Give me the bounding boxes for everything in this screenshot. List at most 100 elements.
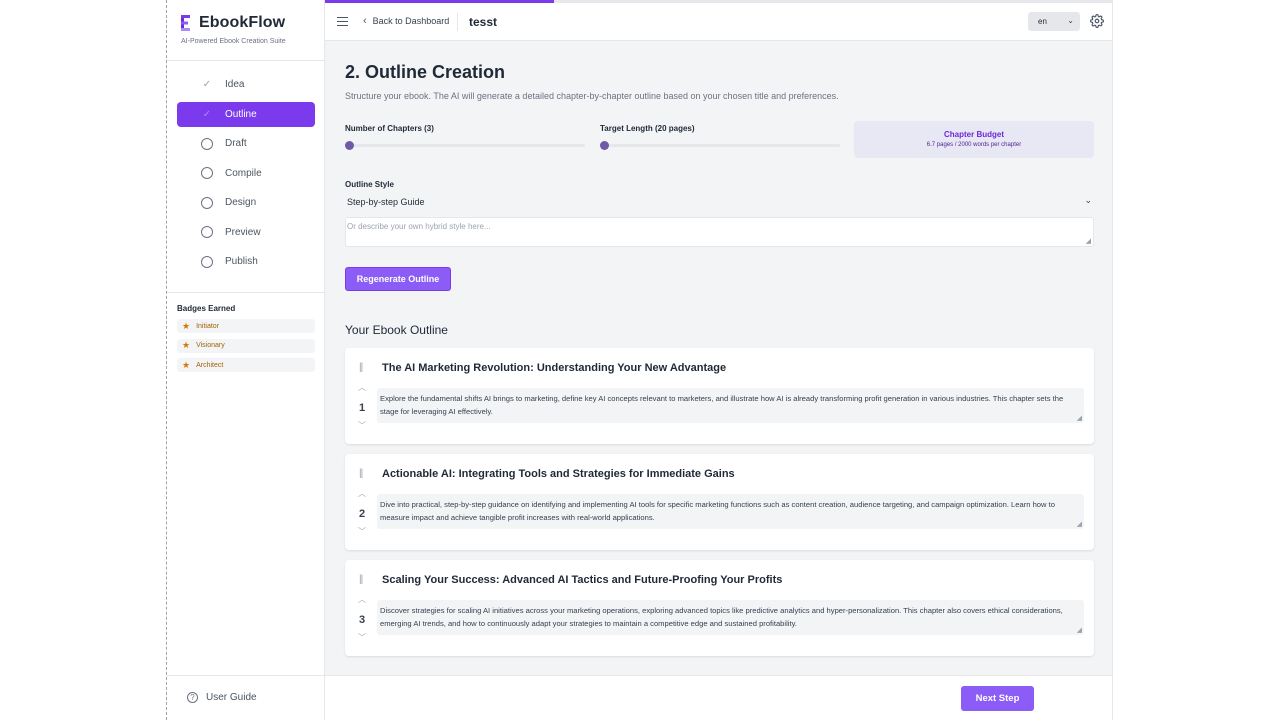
chevron-left-icon: ‹: [363, 15, 367, 27]
footer-bar: Next Step: [325, 675, 1112, 720]
sidebar-step-label: Publish: [225, 256, 258, 267]
chapter-number: 1: [359, 402, 366, 414]
sidebar-step-idea[interactable]: ✓ Idea: [177, 72, 315, 97]
sidebar-step-label: Outline: [225, 108, 257, 120]
chapter-card: || Actionable AI: Integrating Tools and S…: [345, 454, 1094, 550]
back-to-dashboard-link[interactable]: ‹ Back to Dashboard: [363, 15, 449, 27]
outline-style-label: Outline Style: [345, 180, 394, 189]
chevron-down-icon: ⌄: [1084, 195, 1092, 205]
circle-icon: [201, 255, 213, 268]
chapter-budget-card: Chapter Budget 6.7 pages / 2000 words pe…: [854, 121, 1094, 158]
user-guide-label: User Guide: [206, 692, 257, 703]
check-icon: ✓: [202, 79, 212, 90]
chapter-title[interactable]: The AI Marketing Revolution: Understandi…: [382, 362, 726, 374]
length-slider-thumb[interactable]: [600, 141, 609, 150]
sidebar-step-label: Idea: [225, 79, 245, 90]
ebookflow-logo-icon: [181, 15, 191, 31]
sidebar-divider: [167, 60, 325, 61]
star-icon: ★: [182, 359, 191, 370]
chapter-description-text: Dive into practical, step-by-step guidan…: [380, 500, 1055, 522]
chapter-card: || Scaling Your Success: Advanced AI Tact…: [345, 560, 1094, 656]
circle-icon: [201, 196, 213, 209]
app-frame: EbookFlow AI-Powered Ebook Creation Suit…: [166, 0, 1113, 720]
drag-handle-icon[interactable]: ||: [359, 574, 363, 585]
badge-label: Initiator: [196, 322, 220, 330]
gear-icon[interactable]: [1090, 14, 1104, 28]
topbar-divider: [457, 13, 458, 31]
page-title: 2. Outline Creation: [345, 62, 506, 82]
sidebar-step-outline[interactable]: ✓ Outline: [177, 101, 315, 127]
sidebar-step-label: Draft: [225, 138, 247, 149]
chapter-title[interactable]: Actionable AI: Integrating Tools and Str…: [382, 468, 735, 480]
help-circle-icon: ?: [187, 692, 198, 703]
chapter-description[interactable]: Discover strategies for scaling AI initi…: [377, 600, 1084, 635]
brand-subtitle: AI-Powered Ebook Creation Suite: [181, 38, 286, 45]
badge-item: ★ Initiator: [177, 319, 315, 333]
chapter-card: || The AI Marketing Revolution: Understan…: [345, 348, 1094, 444]
sidebar: EbookFlow AI-Powered Ebook Creation Suit…: [167, 0, 325, 720]
badge-label: Architect: [196, 361, 224, 369]
resize-handle-icon[interactable]: ◢: [1077, 415, 1082, 422]
budget-title: Chapter Budget: [944, 130, 1004, 139]
sidebar-step-draft[interactable]: Draft: [177, 131, 315, 156]
chevron-up-icon[interactable]: ︿: [358, 488, 366, 499]
step-nav: ✓ Idea ✓ Outline Draft Compile Design Preview Pu…: [177, 72, 315, 279]
star-icon: ★: [182, 320, 191, 331]
sidebar-step-compile[interactable]: Compile: [177, 161, 315, 186]
chapters-slider[interactable]: [345, 141, 585, 150]
circle-icon: [201, 226, 213, 238]
menu-icon[interactable]: [337, 17, 348, 26]
drag-handle-icon[interactable]: ||: [359, 468, 363, 479]
length-slider[interactable]: [600, 141, 840, 150]
badge-item: ★ Visionary: [177, 338, 315, 353]
check-icon: ✓: [202, 108, 212, 120]
resize-handle-icon[interactable]: ◢: [1077, 627, 1082, 634]
outline-section-title: Your Ebook Outline: [345, 323, 448, 337]
user-guide-link[interactable]: ? User Guide: [187, 692, 257, 703]
drag-handle-icon[interactable]: ||: [359, 362, 363, 373]
sidebar-divider: [167, 292, 325, 293]
top-bar: ‹ Back to Dashboard tesst en ⌄: [325, 3, 1112, 41]
brand-title[interactable]: EbookFlow: [199, 14, 285, 32]
chevron-down-icon[interactable]: ﹀: [358, 526, 366, 537]
sidebar-step-label: Preview: [225, 226, 261, 238]
circle-icon: [201, 137, 213, 150]
next-step-button[interactable]: Next Step: [961, 686, 1034, 711]
chapter-number: 2: [359, 508, 366, 520]
chevron-up-icon[interactable]: ︿: [358, 594, 366, 605]
language-select[interactable]: en ⌄: [1028, 12, 1080, 31]
chapter-number: 3: [359, 614, 366, 626]
circle-icon: [201, 167, 213, 179]
chevron-down-icon[interactable]: ﹀: [358, 632, 366, 643]
chapter-title[interactable]: Scaling Your Success: Advanced AI Tactic…: [382, 574, 782, 586]
chapters-setting: Number of Chapters (3): [345, 124, 585, 150]
outline-style-select[interactable]: Step-by-step Guide ⌄: [345, 194, 1094, 209]
badge-item: ★ Architect: [177, 358, 315, 372]
badge-label: Visionary: [196, 342, 225, 349]
resize-handle-icon[interactable]: ◢: [1086, 238, 1091, 245]
sidebar-step-preview[interactable]: Preview: [177, 220, 315, 245]
length-label: Target Length (20 pages): [600, 124, 695, 133]
chapter-description[interactable]: Explore the fundamental shifts AI brings…: [377, 388, 1084, 423]
length-setting: Target Length (20 pages): [600, 124, 840, 150]
sidebar-step-design[interactable]: Design: [177, 190, 315, 215]
badges-title: Badges Earned: [177, 304, 236, 313]
main-content: ‹ Back to Dashboard tesst en ⌄ 2. Outlin…: [325, 0, 1112, 720]
budget-detail: 6.7 pages / 2000 words per chapter: [926, 142, 1022, 148]
language-value: en: [1038, 17, 1047, 26]
regenerate-outline-button[interactable]: Regenerate Outline: [345, 267, 451, 291]
chevron-down-icon[interactable]: ﹀: [358, 420, 366, 431]
sidebar-step-publish[interactable]: Publish: [177, 249, 315, 274]
outline-style-value: Step-by-step Guide: [347, 196, 425, 207]
resize-handle-icon[interactable]: ◢: [1077, 521, 1082, 528]
chapter-description-text: Discover strategies for scaling AI initi…: [380, 606, 1063, 628]
chapter-description[interactable]: Dive into practical, step-by-step guidan…: [377, 494, 1084, 529]
project-title: tesst: [469, 15, 498, 29]
chapters-slider-thumb[interactable]: [345, 141, 354, 150]
chevron-down-icon: ⌄: [1067, 16, 1074, 25]
star-icon: ★: [182, 340, 191, 350]
hybrid-style-textarea[interactable]: Or describe your own hybrid style here..…: [345, 217, 1094, 247]
chevron-up-icon[interactable]: ︿: [358, 382, 366, 393]
sidebar-step-label: Design: [225, 197, 257, 208]
sidebar-divider: [167, 675, 325, 676]
